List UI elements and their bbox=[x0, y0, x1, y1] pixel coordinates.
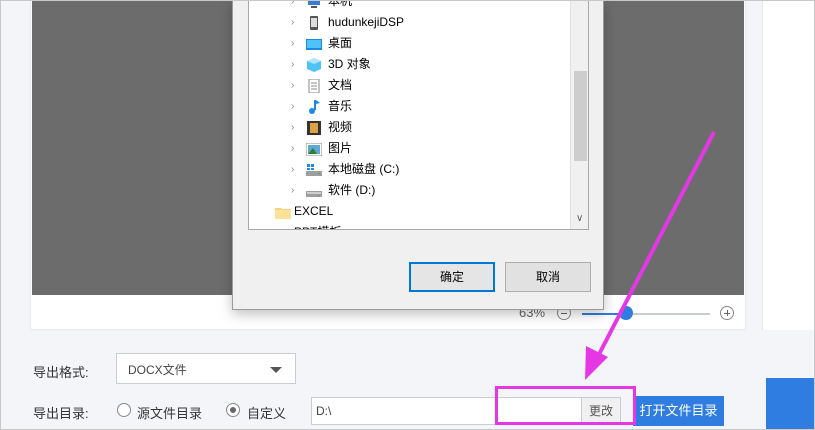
folder-tree[interactable]: › 本机 › hudunkejiDSP › 桌面 › 3D 对象 › 文档 › 音乐 › 视频 › 图片 › 本地… bbox=[248, 1, 589, 230]
tree-item-label: EXCEL bbox=[294, 204, 334, 218]
format-select[interactable]: DOCX文件 bbox=[116, 353, 296, 384]
chevron-right-icon[interactable]: › bbox=[291, 12, 299, 33]
tree-item-label: 音乐 bbox=[328, 99, 353, 113]
music-icon bbox=[306, 100, 322, 114]
tree-item-label: 软件 (D:) bbox=[328, 183, 376, 197]
video-icon bbox=[306, 121, 322, 135]
change-directory-button[interactable]: 更改 bbox=[581, 397, 621, 425]
desktop-icon bbox=[306, 37, 322, 50]
directory-label: 导出目录: bbox=[33, 406, 89, 421]
tree-item-label: PPT模板 bbox=[294, 222, 341, 229]
tree-item-label: 图片 bbox=[328, 141, 353, 155]
right-panel bbox=[762, 0, 815, 330]
tree-item-label: 本机 bbox=[328, 1, 353, 8]
tree-item-label: 视频 bbox=[328, 120, 353, 134]
tree-item-label: 本地磁盘 (C:) bbox=[328, 162, 400, 176]
folder-icon bbox=[275, 226, 291, 229]
radio-custom-dir-label[interactable]: 自定义 bbox=[247, 403, 286, 422]
zoom-slider-thumb[interactable] bbox=[618, 306, 633, 320]
chevron-right-icon[interactable]: › bbox=[291, 138, 299, 159]
picture-icon bbox=[305, 142, 323, 157]
zoom-in-icon[interactable] bbox=[720, 306, 734, 320]
chevron-right-icon[interactable]: › bbox=[291, 54, 299, 75]
tree-item-label: hudunkejiDSP bbox=[328, 15, 405, 29]
tree-scrollbar[interactable]: ∨ bbox=[570, 1, 588, 229]
drive-icon bbox=[306, 184, 322, 197]
chevron-right-icon[interactable]: › bbox=[291, 159, 299, 180]
folder-picker-dialog: › 本机 › hudunkejiDSP › 桌面 › 3D 对象 › 文档 › 音乐 › 视频 › 图片 › 本地… bbox=[232, 0, 604, 310]
radio-custom-dir[interactable] bbox=[226, 403, 240, 417]
document-icon bbox=[306, 78, 322, 94]
chevron-down-icon bbox=[270, 367, 282, 373]
tree-item-label: 桌面 bbox=[328, 36, 353, 50]
open-folder-button[interactable]: 打开文件目录 bbox=[633, 396, 724, 426]
scrollbar-thumb[interactable] bbox=[574, 71, 587, 161]
chevron-down-icon[interactable]: ∨ bbox=[576, 213, 583, 224]
format-select-value: DOCX文件 bbox=[128, 363, 187, 377]
computer-icon bbox=[306, 1, 322, 8]
chevron-right-icon[interactable]: › bbox=[291, 75, 299, 96]
chevron-right-icon[interactable]: › bbox=[291, 180, 299, 201]
zoom-slider-track[interactable] bbox=[582, 313, 710, 315]
chevron-right-icon[interactable]: › bbox=[291, 33, 299, 54]
3d-objects-icon bbox=[306, 58, 322, 72]
output-path-field[interactable]: D:\ bbox=[311, 397, 582, 425]
radio-source-dir-label[interactable]: 源文件目录 bbox=[137, 403, 202, 422]
windows-drive-icon bbox=[306, 163, 322, 176]
format-label: 导出格式: bbox=[33, 365, 89, 380]
chevron-right-icon[interactable]: › bbox=[291, 1, 299, 12]
radio-source-dir[interactable] bbox=[117, 403, 131, 417]
folder-icon bbox=[275, 205, 291, 219]
tree-item-label: 3D 对象 bbox=[328, 57, 371, 71]
ok-button[interactable]: 确定 bbox=[409, 262, 495, 292]
chevron-right-icon[interactable]: › bbox=[291, 96, 299, 117]
cancel-button[interactable]: 取消 bbox=[505, 262, 591, 292]
tree-item-label: 文档 bbox=[328, 78, 353, 92]
chevron-right-icon[interactable]: › bbox=[291, 117, 299, 138]
phone-icon bbox=[306, 16, 322, 30]
convert-button[interactable] bbox=[766, 378, 815, 430]
